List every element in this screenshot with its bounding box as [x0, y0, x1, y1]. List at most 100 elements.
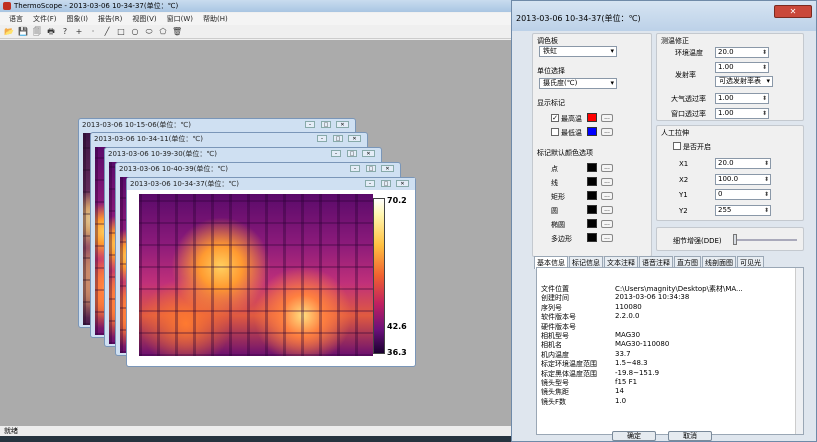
- ellipse-icon[interactable]: ⬭: [144, 27, 154, 37]
- info-value: 14: [615, 387, 624, 396]
- x2-label: X2: [679, 176, 689, 184]
- markers-label: 显示标记: [537, 99, 565, 107]
- max-color-button[interactable]: ...: [601, 114, 613, 122]
- line-color-button[interactable]: ...: [601, 178, 613, 186]
- stretch-enable-label: 是否开启: [683, 143, 711, 151]
- help-icon[interactable]: ?: [60, 27, 70, 37]
- polygon-color-button[interactable]: ...: [601, 234, 613, 242]
- max-temp-checkbox[interactable]: ✓: [551, 114, 559, 122]
- menu-image[interactable]: 图象(I): [62, 13, 94, 25]
- manual-stretch-panel: 人工拉伸 是否开启 X1 20.0 X2 100.0 Y1 0 Y2 255: [656, 125, 804, 221]
- delete-icon[interactable]: 🗑: [172, 27, 182, 37]
- menu-view[interactable]: 视图(V): [127, 13, 161, 25]
- menu-language[interactable]: 语言: [4, 13, 28, 25]
- info-key: 镜头F数: [541, 397, 567, 406]
- close-button[interactable]: ✕: [362, 150, 375, 157]
- mark-line-label: 线: [551, 179, 558, 187]
- scale-mid-label: 42.6: [387, 322, 407, 331]
- min-temp-label: 最低温: [561, 129, 582, 137]
- dde-label: 细节增强(DDE): [673, 237, 722, 245]
- minimize-button[interactable]: –: [350, 165, 360, 172]
- close-button[interactable]: ✕: [381, 165, 394, 172]
- minimize-button[interactable]: –: [365, 180, 375, 187]
- maximize-button[interactable]: □: [321, 121, 331, 128]
- save-all-icon[interactable]: 🗐: [32, 27, 42, 37]
- minimize-button[interactable]: –: [317, 135, 327, 142]
- app-icon: [3, 2, 11, 10]
- correction-panel: 测温修正 环境温度 20.0 发射率 1.00 可选发射率表 大气透过率 1.0…: [656, 33, 804, 121]
- point-color-button[interactable]: ...: [601, 164, 613, 172]
- menu-file[interactable]: 文件(F): [28, 13, 62, 25]
- thermal-image[interactable]: [139, 194, 373, 356]
- stretch-enable-checkbox[interactable]: [673, 142, 681, 150]
- x1-input[interactable]: 20.0: [715, 158, 771, 169]
- max-temp-label: 最高温: [561, 115, 582, 123]
- info-scrollbar[interactable]: [795, 268, 803, 434]
- maximize-button[interactable]: □: [347, 150, 357, 157]
- dde-slider-track[interactable]: [733, 239, 797, 241]
- info-value: 2.2.0.0: [615, 312, 640, 321]
- info-value: 1.0: [615, 396, 627, 405]
- y1-label: Y1: [679, 191, 688, 199]
- point-icon[interactable]: ·: [88, 27, 98, 37]
- min-temp-checkbox[interactable]: [551, 128, 559, 136]
- info-value: MAG30: [615, 331, 641, 339]
- minimize-button[interactable]: –: [331, 150, 341, 157]
- x2-input[interactable]: 100.0: [715, 174, 771, 185]
- save-icon[interactable]: 💾: [18, 27, 28, 37]
- scale-max-label: 70.2: [387, 196, 407, 205]
- unit-select[interactable]: 摄氏度(℃): [539, 78, 617, 89]
- maximize-button[interactable]: □: [366, 165, 376, 172]
- circle-color-swatch: [587, 205, 597, 214]
- polygon-icon[interactable]: ⬠: [158, 27, 168, 37]
- min-color-swatch: [587, 127, 597, 136]
- emissivity-input[interactable]: 1.00: [715, 62, 769, 73]
- mark-rect-label: 矩形: [551, 193, 565, 201]
- window-trans-input[interactable]: 1.00: [715, 108, 769, 119]
- print-icon[interactable]: 🖶: [46, 27, 56, 37]
- line-icon[interactable]: ╱: [102, 27, 112, 37]
- atm-input[interactable]: 1.00: [715, 93, 769, 104]
- mark-polygon-label: 多边形: [551, 235, 572, 243]
- palette-select[interactable]: 铁虹: [539, 46, 617, 57]
- close-button[interactable]: ✕: [348, 135, 361, 142]
- cursor-icon[interactable]: +: [74, 27, 84, 37]
- menu-help[interactable]: 帮助(H): [198, 13, 233, 25]
- menu-report[interactable]: 报告(R): [93, 13, 127, 25]
- rect-color-button[interactable]: ...: [601, 192, 613, 200]
- info-value: 1.5~48.3: [615, 359, 648, 368]
- ellipse-color-swatch: [587, 219, 597, 228]
- close-button[interactable]: ✕: [336, 121, 349, 128]
- mark-point-label: 点: [551, 165, 558, 173]
- menu-window[interactable]: 窗口(W): [162, 13, 198, 25]
- dde-panel: 细节增强(DDE): [656, 227, 804, 251]
- emissivity-label: 发射率: [675, 71, 696, 79]
- dialog-close-button[interactable]: ✕: [774, 5, 812, 18]
- minimize-button[interactable]: –: [305, 121, 315, 128]
- toolbar: 📂 💾 🗐 🖶 ? + · ╱ □ ○ ⬭ ⬠ 🗑: [0, 25, 512, 39]
- circle-color-button[interactable]: ...: [601, 206, 613, 214]
- y1-input[interactable]: 0: [715, 189, 771, 200]
- info-value: 33.7: [615, 349, 631, 358]
- thermal-window-active[interactable]: 2013-03-06 10-34-37(单位：℃) – □ ✕ 70.2 42.…: [126, 177, 416, 367]
- ellipse-color-button[interactable]: ...: [601, 220, 613, 228]
- ok-button[interactable]: 确定: [612, 431, 656, 441]
- env-temp-input[interactable]: 20.0: [715, 47, 769, 58]
- info-list: 文件位置 C:\Users\magnity\Desktop\素材\MA... 创建时…: [536, 267, 804, 435]
- maximize-button[interactable]: □: [381, 180, 391, 187]
- min-color-button[interactable]: ...: [601, 128, 613, 136]
- app-title: ThermoScope - 2013-03-06 10-34-37(单位：℃): [14, 2, 179, 10]
- info-value: 2013-03-06 10:34:38: [615, 293, 690, 302]
- rect-icon[interactable]: □: [116, 27, 126, 37]
- close-button[interactable]: ✕: [396, 180, 409, 187]
- cancel-button[interactable]: 取消: [668, 431, 712, 441]
- maximize-button[interactable]: □: [333, 135, 343, 142]
- circle-icon[interactable]: ○: [130, 27, 140, 37]
- palette-label: 调色板: [537, 37, 558, 45]
- y2-input[interactable]: 255: [715, 205, 771, 216]
- y2-label: Y2: [679, 207, 688, 215]
- emissivity-table-select[interactable]: 可选发射率表: [715, 76, 773, 87]
- dde-slider-thumb[interactable]: [733, 234, 737, 245]
- open-icon[interactable]: 📂: [4, 27, 14, 37]
- status-bar: 就绪: [0, 426, 512, 436]
